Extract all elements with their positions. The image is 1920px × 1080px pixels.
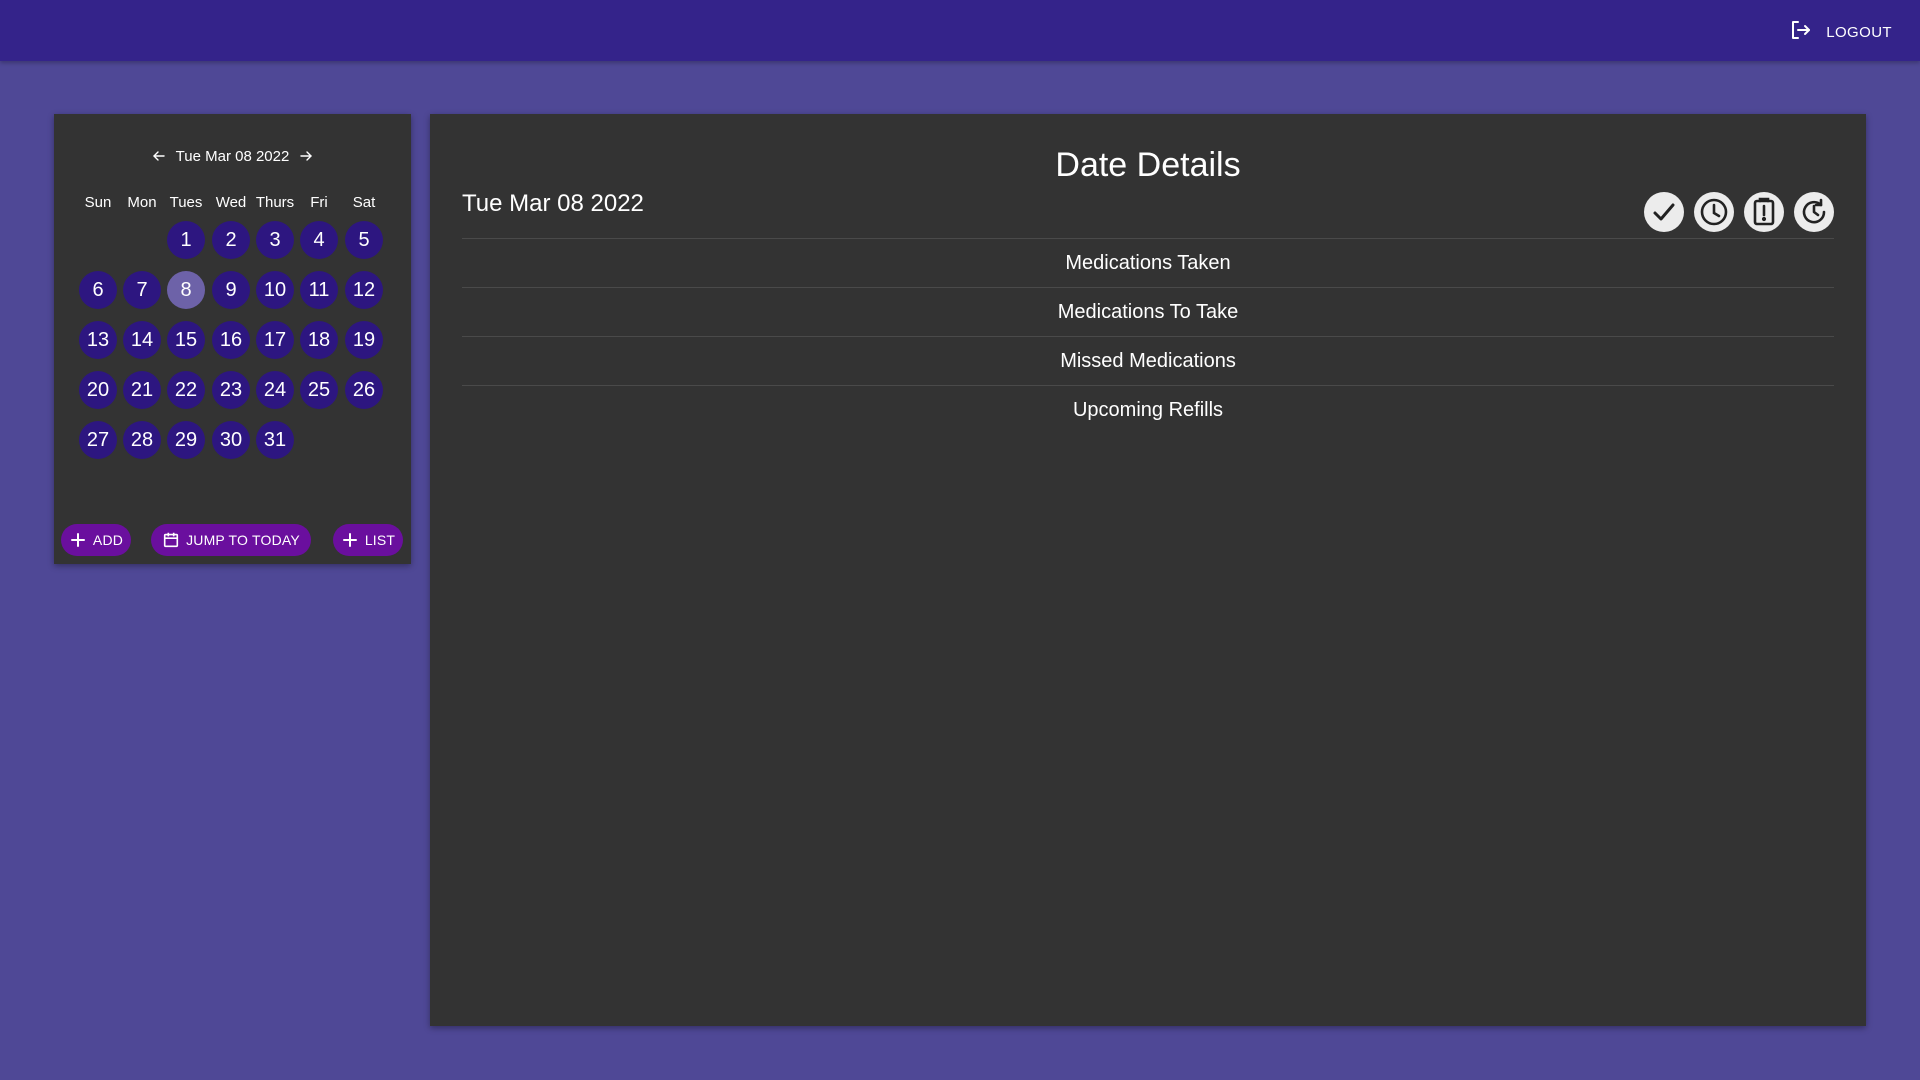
logout-label: LOGOUT bbox=[1826, 23, 1892, 41]
weekday-label: Fri bbox=[310, 194, 328, 211]
weekday-label: Thurs bbox=[255, 194, 295, 211]
calendar-day[interactable]: 15 bbox=[167, 321, 205, 359]
calendar-header: Tue Mar 08 2022 bbox=[54, 144, 411, 168]
section-label: Medications Taken bbox=[1065, 251, 1231, 274]
section-row[interactable]: Medications Taken bbox=[462, 238, 1834, 287]
calendar-day[interactable]: 12 bbox=[345, 271, 383, 309]
previous-month-button[interactable] bbox=[152, 149, 166, 163]
check-icon bbox=[1653, 203, 1675, 221]
arrow-right-icon bbox=[300, 151, 313, 161]
section-row[interactable]: Upcoming Refills bbox=[462, 385, 1834, 434]
list-button-label: LIST bbox=[364, 532, 396, 548]
weekday-label: Sat bbox=[352, 194, 376, 211]
calendar-day[interactable]: 30 bbox=[212, 421, 250, 459]
weekday-label: Tues bbox=[169, 194, 203, 211]
calendar-day[interactable]: 2 bbox=[212, 221, 250, 259]
calendar-day[interactable]: 5 bbox=[345, 221, 383, 259]
calendar-day[interactable]: 17 bbox=[256, 321, 294, 359]
weekday-label: Sun bbox=[84, 194, 112, 211]
refill-icon bbox=[1802, 198, 1826, 224]
selected-date: Tue Mar 08 2022 bbox=[462, 190, 644, 217]
calendar-day[interactable]: 20 bbox=[79, 371, 117, 409]
plus-icon bbox=[342, 533, 357, 547]
clock-icon bbox=[1700, 198, 1728, 226]
missed-filter-button[interactable] bbox=[1744, 192, 1784, 232]
section-label: Medications To Take bbox=[1057, 300, 1239, 323]
calendar-day[interactable]: 16 bbox=[212, 321, 250, 359]
date-details-panel: Date Details Tue Mar 08 2022 Medications… bbox=[430, 114, 1866, 1026]
jump-to-today-label: JUMP TO TODAY bbox=[186, 532, 300, 548]
to-take-filter-button[interactable] bbox=[1694, 192, 1734, 232]
calendar-day[interactable]: 26 bbox=[345, 371, 383, 409]
calendar-day[interactable]: 14 bbox=[123, 321, 161, 359]
calendar-day[interactable]: 27 bbox=[79, 421, 117, 459]
calendar-day[interactable]: 6 bbox=[79, 271, 117, 309]
jump-to-today-button[interactable]: JUMP TO TODAY bbox=[151, 524, 311, 556]
section-row[interactable]: Medications To Take bbox=[462, 287, 1834, 336]
calendar-icon bbox=[163, 532, 179, 548]
section-label: Upcoming Refills bbox=[1072, 398, 1224, 421]
calendar-day[interactable]: 22 bbox=[167, 371, 205, 409]
calendar-day[interactable]: 11 bbox=[300, 271, 338, 309]
section-label: Missed Medications bbox=[1060, 349, 1236, 372]
page-title: Date Details bbox=[1055, 146, 1241, 184]
arrow-left-icon bbox=[152, 151, 165, 161]
add-button-label: ADD bbox=[92, 532, 124, 548]
weekday-label: Wed bbox=[215, 194, 247, 211]
calendar-title: Tue Mar 08 2022 bbox=[175, 147, 290, 165]
medication-sections: Medications Taken Medications To Take Miss… bbox=[462, 238, 1834, 434]
status-filter-icons bbox=[1644, 192, 1834, 232]
calendar-day[interactable]: 10 bbox=[256, 271, 294, 309]
refill-filter-button[interactable] bbox=[1794, 192, 1834, 232]
calendar-day[interactable]: 24 bbox=[256, 371, 294, 409]
next-month-button[interactable] bbox=[299, 149, 313, 163]
top-app-bar: LOGOUT bbox=[0, 0, 1920, 61]
plus-icon bbox=[70, 533, 85, 547]
calendar-day[interactable]: 9 bbox=[212, 271, 250, 309]
calendar-day[interactable]: 4 bbox=[300, 221, 338, 259]
calendar-day[interactable]: 29 bbox=[167, 421, 205, 459]
weekday-label: Mon bbox=[127, 194, 157, 211]
calendar-day-selected[interactable]: 8 bbox=[167, 271, 205, 309]
calendar-panel: Tue Mar 08 2022 Sun Mon Tues Wed Thurs Fri Sat… bbox=[54, 114, 411, 564]
calendar-day[interactable]: 18 bbox=[300, 321, 338, 359]
calendar-day[interactable]: 21 bbox=[123, 371, 161, 409]
calendar-day[interactable]: 19 bbox=[345, 321, 383, 359]
logout-icon bbox=[1788, 18, 1812, 46]
calendar-day[interactable]: 13 bbox=[79, 321, 117, 359]
calendar-day[interactable]: 23 bbox=[212, 371, 250, 409]
calendar-day[interactable]: 25 bbox=[300, 371, 338, 409]
taken-filter-button[interactable] bbox=[1644, 192, 1684, 232]
section-row[interactable]: Missed Medications bbox=[462, 336, 1834, 385]
list-button[interactable]: LIST bbox=[333, 524, 403, 556]
calendar-day[interactable]: 31 bbox=[256, 421, 294, 459]
alert-clipboard-icon bbox=[1753, 197, 1775, 226]
calendar-day[interactable]: 1 bbox=[167, 221, 205, 259]
logout-button[interactable]: LOGOUT bbox=[1788, 18, 1892, 46]
calendar-day[interactable]: 28 bbox=[123, 421, 161, 459]
add-button[interactable]: ADD bbox=[61, 524, 131, 556]
calendar-day[interactable]: 7 bbox=[123, 271, 161, 309]
calendar-actions: ADD JUMP TO TODAY LIST bbox=[54, 524, 411, 556]
calendar-day[interactable]: 3 bbox=[256, 221, 294, 259]
